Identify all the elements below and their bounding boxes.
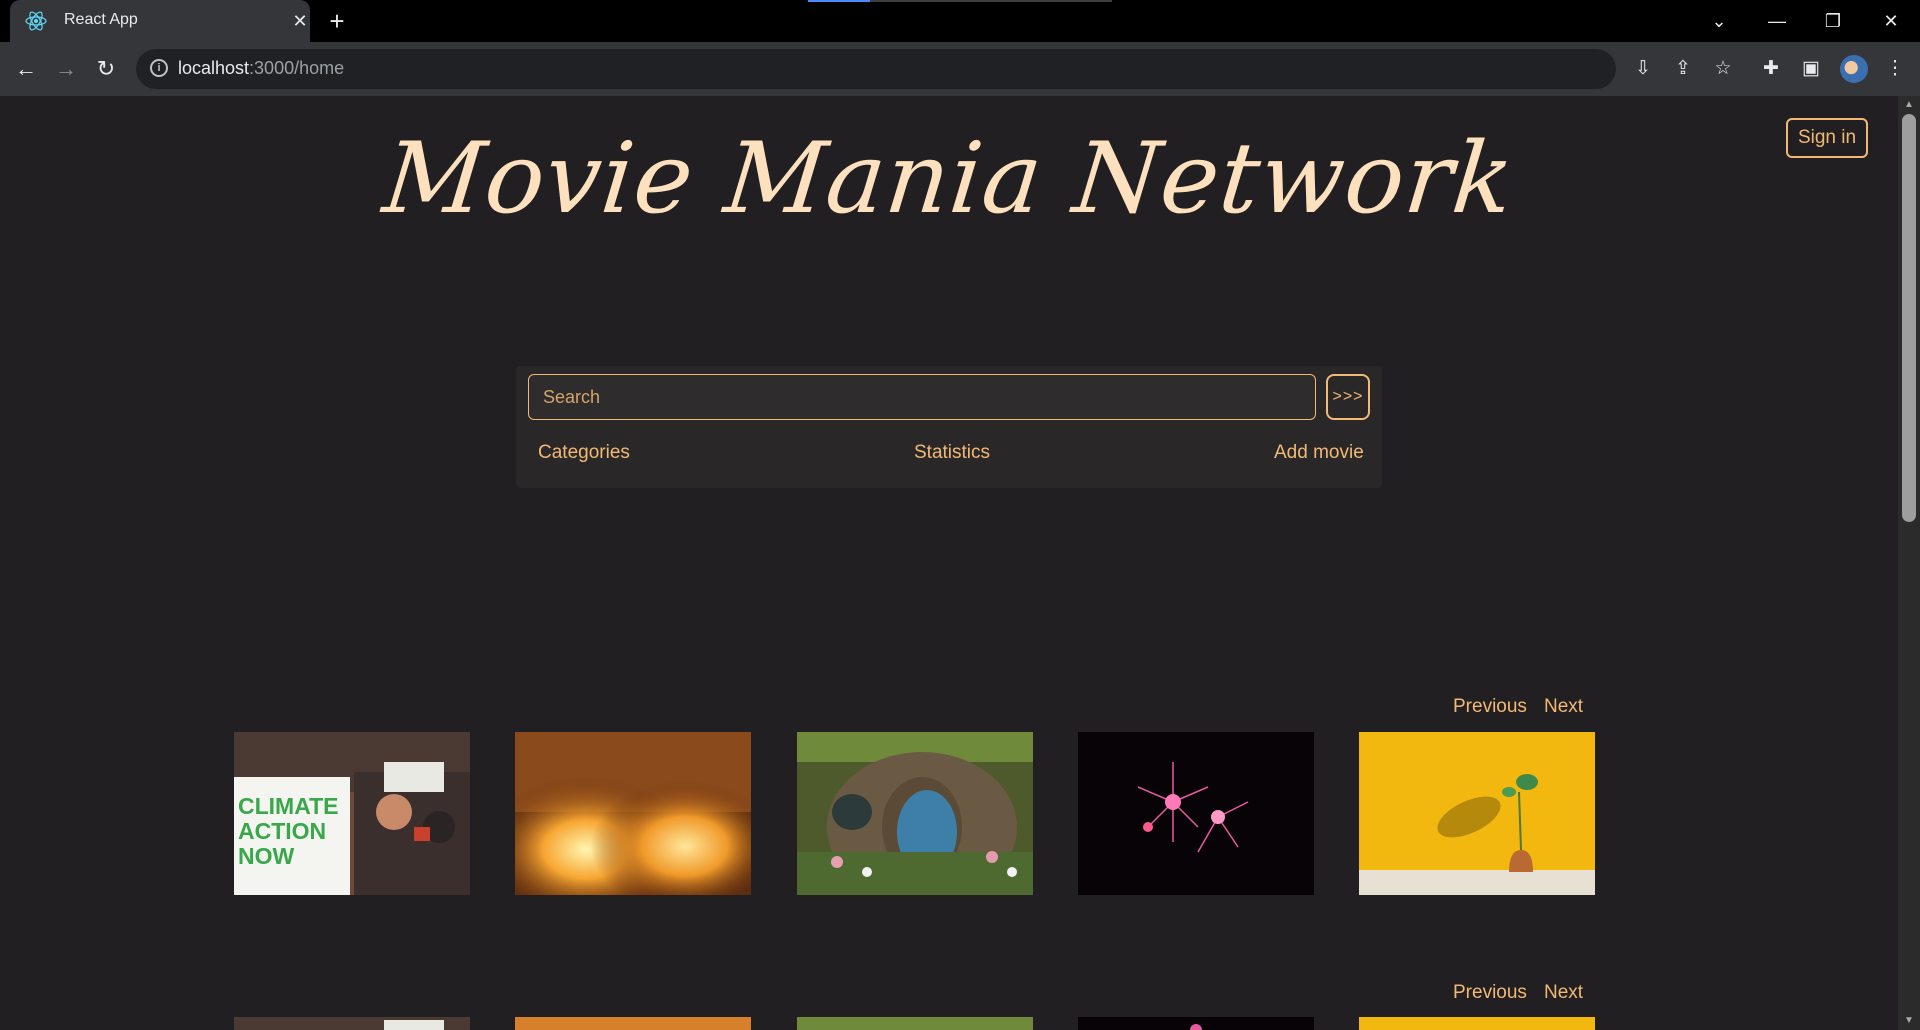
- movie-thumbnail-plant[interactable]: [1359, 1017, 1595, 1030]
- url-host: localhost: [178, 58, 250, 78]
- side-panel-icon[interactable]: ▣: [1796, 54, 1826, 84]
- profile-avatar[interactable]: [1840, 55, 1868, 83]
- search-input[interactable]: [528, 374, 1316, 420]
- page-content: Movie Mania Network Sign in >>> Categori…: [0, 96, 1898, 1030]
- minimize-button[interactable]: —: [1752, 6, 1802, 36]
- search-panel: >>> Categories Statistics Add movie: [516, 366, 1382, 488]
- nav-statistics[interactable]: Statistics: [914, 442, 990, 464]
- site-logo: Movie Mania Network: [378, 122, 1520, 236]
- scroll-down-arrow-icon[interactable]: ▼: [1898, 1012, 1920, 1030]
- close-window-button[interactable]: ✕: [1866, 6, 1916, 36]
- back-icon[interactable]: ←: [10, 53, 42, 85]
- movie-thumbnail-hobbit-door[interactable]: [797, 732, 1033, 895]
- carousel-next-button[interactable]: Next: [1544, 982, 1583, 1004]
- address-bar[interactable]: i localhost:3000/home: [136, 49, 1616, 89]
- movie-thumbnail-plant[interactable]: [1359, 732, 1595, 895]
- search-button[interactable]: >>>: [1326, 374, 1370, 420]
- scroll-up-arrow-icon[interactable]: ▲: [1898, 96, 1920, 114]
- sign-in-button[interactable]: Sign in: [1786, 118, 1868, 158]
- nav-categories[interactable]: Categories: [538, 442, 630, 464]
- tab-title: React App: [64, 11, 138, 28]
- url-path: :3000/home: [249, 58, 345, 78]
- carousel-previous-button[interactable]: Previous: [1453, 696, 1527, 718]
- browser-toolbar: ← → ↻ i localhost:3000/home ⇩ ⇪ ☆ ✚ ▣ ⋮: [0, 42, 1920, 96]
- movie-thumbnail-hobbit-door[interactable]: [797, 1017, 1033, 1030]
- share-icon[interactable]: ⇪: [1668, 54, 1698, 84]
- movie-thumbnail-climate-protest[interactable]: [234, 1017, 470, 1030]
- loading-bar: [808, 0, 1112, 2]
- movie-thumbnail-fire-explosion[interactable]: [515, 732, 751, 895]
- carousel-previous-button[interactable]: Previous: [1453, 982, 1527, 1004]
- react-icon: [25, 11, 47, 31]
- menu-kebab-icon[interactable]: ⋮: [1880, 54, 1910, 84]
- restore-button[interactable]: ❐: [1808, 6, 1858, 36]
- bookmark-star-icon[interactable]: ☆: [1708, 54, 1738, 84]
- nav-add-movie[interactable]: Add movie: [1274, 442, 1364, 464]
- carousel-next-button[interactable]: Next: [1544, 696, 1583, 718]
- protest-sign-text: CLIMATE ACTION NOW: [238, 793, 339, 869]
- tab-search-icon[interactable]: ⌄: [1694, 6, 1744, 36]
- movie-thumbnail-climate-protest[interactable]: CLIMATE ACTION NOW: [234, 732, 470, 895]
- tab-close-icon[interactable]: ✕: [288, 9, 312, 33]
- install-icon[interactable]: ⇩: [1628, 54, 1658, 84]
- page-scrollbar[interactable]: ▲ ▼: [1898, 96, 1920, 1030]
- new-tab-button[interactable]: +: [322, 8, 352, 36]
- reload-icon[interactable]: ↻: [90, 53, 122, 85]
- forward-icon[interactable]: →: [50, 53, 82, 85]
- scroll-thumb[interactable]: [1902, 114, 1916, 522]
- browser-tab[interactable]: React App ✕: [10, 0, 310, 42]
- movie-thumbnail-fireworks[interactable]: [1078, 732, 1314, 895]
- extensions-icon[interactable]: ✚: [1756, 54, 1786, 84]
- tab-strip: React App ✕ + ⌄ — ❐ ✕: [0, 0, 1920, 42]
- url-text[interactable]: localhost:3000/home: [178, 58, 344, 79]
- movie-thumbnail-fire-explosion[interactable]: [515, 1017, 751, 1030]
- movie-thumbnail-fireworks[interactable]: [1078, 1017, 1314, 1030]
- site-info-icon[interactable]: i: [150, 59, 168, 77]
